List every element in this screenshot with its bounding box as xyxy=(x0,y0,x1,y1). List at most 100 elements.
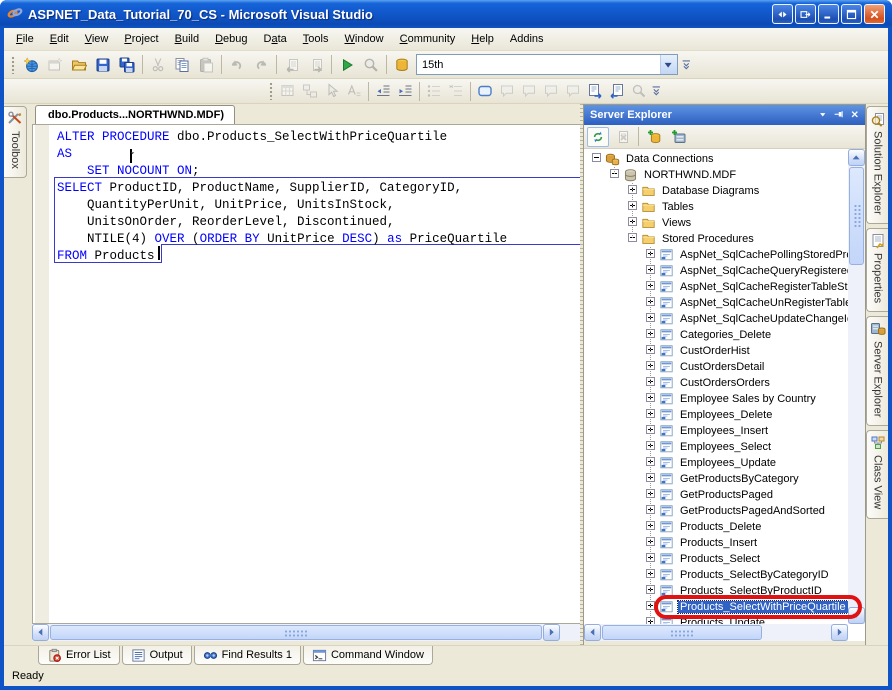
tree-vertical-scrollbar[interactable] xyxy=(848,149,865,624)
tree-node-label[interactable]: AspNet_SqlCacheUnRegisterTableStoredProc… xyxy=(678,297,848,309)
menu-data[interactable]: Data xyxy=(256,29,295,49)
tree-node-aspnet-sqlcacheupdatechangeidstoredproce[interactable]: AspNet_SqlCacheUpdateChangeIdStoredProce… xyxy=(584,311,848,327)
minimize-button[interactable] xyxy=(818,4,839,24)
menu-debug[interactable]: Debug xyxy=(207,29,255,49)
tree-node-label[interactable]: AspNet_SqlCacheRegisterTableStoredProced… xyxy=(678,281,848,293)
tree-node-label[interactable]: AspNet_SqlCachePollingStoredProcedure xyxy=(678,249,848,261)
undo-button[interactable] xyxy=(225,53,249,77)
relationships-button[interactable] xyxy=(299,81,321,102)
collapse-toggle-icon[interactable] xyxy=(592,153,601,165)
tree-node-products-select[interactable]: Products_Select xyxy=(584,551,848,567)
bottom-tab-error-list[interactable]: Error List xyxy=(38,646,120,665)
editor-tab[interactable]: dbo.Products...NORTHWND.MDF) xyxy=(35,105,235,124)
autohide-tab-class-view[interactable]: Class View xyxy=(866,430,888,518)
tree-node-label[interactable]: GetProductsPaged xyxy=(678,489,775,501)
tree-node-getproductspaged[interactable]: GetProductsPaged xyxy=(584,487,848,503)
toolbar-grip[interactable] xyxy=(11,56,16,74)
tree-node-label[interactable]: AspNet_SqlCacheUpdateChangeIdStoredProce… xyxy=(678,313,848,325)
decrease-indent-button[interactable] xyxy=(372,81,394,102)
bubble-plain-button[interactable] xyxy=(496,81,518,102)
bottom-tab-find-results-1[interactable]: Find Results 1 xyxy=(194,646,301,665)
tree-node-label[interactable]: Products_Select xyxy=(678,553,762,565)
menu-help[interactable]: Help xyxy=(463,29,502,49)
menu-view[interactable]: View xyxy=(77,29,117,49)
navigate-backward-button[interactable] xyxy=(280,53,304,77)
tree-node-label[interactable]: Stored Procedures xyxy=(660,233,756,245)
editor-horizontal-scrollbar[interactable] xyxy=(32,624,580,641)
font-format-button[interactable] xyxy=(343,81,365,102)
sql-code-text[interactable]: ALTER PROCEDURE dbo.Products_SelectWithP… xyxy=(57,129,507,265)
close-button[interactable] xyxy=(864,4,885,24)
tree-node-label[interactable]: Products_Insert xyxy=(678,537,759,549)
title-bar[interactable]: ASPNET_Data_Tutorial_70_CS - Microsoft V… xyxy=(0,0,892,28)
refresh-button[interactable] xyxy=(587,127,609,147)
toolbar-combobox[interactable]: 15th xyxy=(416,54,678,75)
save-button[interactable] xyxy=(91,53,115,77)
table-designer-button[interactable] xyxy=(277,81,299,102)
bullets-button[interactable] xyxy=(423,81,445,102)
toolbar-grip[interactable] xyxy=(269,82,274,100)
tree-node-custordersorders[interactable]: CustOrdersOrders xyxy=(584,375,848,391)
menu-edit[interactable]: Edit xyxy=(42,29,77,49)
open-file-button[interactable] xyxy=(67,53,91,77)
tree-node-getproductspagedandsorted[interactable]: GetProductsPagedAndSorted xyxy=(584,503,848,519)
tree-node-label[interactable]: Data Connections xyxy=(624,153,715,165)
find-symbol-button[interactable] xyxy=(359,53,383,77)
tree-node-views[interactable]: Views xyxy=(584,215,848,231)
tree-node-employees-delete[interactable]: Employees_Delete xyxy=(584,407,848,423)
tree-node-label[interactable]: CustOrderHist xyxy=(678,345,752,357)
tree-node-label[interactable]: Categories_Delete xyxy=(678,329,773,341)
maximize-button[interactable] xyxy=(841,4,862,24)
tree-node-label[interactable]: Employees_Insert xyxy=(678,425,770,437)
autohide-tab-solution-explorer[interactable]: Solution Explorer xyxy=(866,106,888,224)
close-panel-button[interactable] xyxy=(848,108,863,122)
tree-node-label[interactable]: Views xyxy=(660,217,693,229)
tree-node-label[interactable]: GetProductsPagedAndSorted xyxy=(678,505,827,517)
tree-node-stored-procedures[interactable]: Stored Procedures xyxy=(584,231,848,247)
bottom-tab-command-window[interactable]: Command Window xyxy=(303,646,433,665)
navigate-forward-button[interactable] xyxy=(304,53,328,77)
menu-community[interactable]: Community xyxy=(392,29,464,49)
script-import-button[interactable] xyxy=(606,81,628,102)
tree-node-label[interactable]: GetProductsByCategory xyxy=(678,473,801,485)
zoom-tool-button[interactable] xyxy=(628,81,650,102)
tree-node-categories-delete[interactable]: Categories_Delete xyxy=(584,327,848,343)
scrollbar-thumb[interactable] xyxy=(50,625,542,640)
bubble-plain-button[interactable] xyxy=(518,81,540,102)
connect-database-button[interactable] xyxy=(644,127,666,147)
bubble-plain-button[interactable] xyxy=(540,81,562,102)
tree-node-tables[interactable]: Tables xyxy=(584,199,848,215)
tree-node-label[interactable]: Database Diagrams xyxy=(660,185,761,197)
toolbar-overflow-button[interactable] xyxy=(651,80,664,102)
toolbar-overflow-button[interactable] xyxy=(681,54,694,76)
tree-node-label[interactable]: Employees_Update xyxy=(678,457,778,469)
tree-node-getproductsbycategory[interactable]: GetProductsByCategory xyxy=(584,471,848,487)
connect-server-button[interactable] xyxy=(668,127,690,147)
tree-node-northwnd-mdf[interactable]: NORTHWND.MDF xyxy=(584,167,848,183)
tree-node-products-insert[interactable]: Products_Insert xyxy=(584,535,848,551)
tree-node-products-selectbycategoryid[interactable]: Products_SelectByCategoryID xyxy=(584,567,848,583)
redo-button[interactable] xyxy=(249,53,273,77)
tree-node-employees-insert[interactable]: Employees_Insert xyxy=(584,423,848,439)
code-editor-surface[interactable]: ALTER PROCEDURE dbo.Products_SelectWithP… xyxy=(32,124,580,624)
window-position-button[interactable] xyxy=(816,108,831,122)
tree-node-aspnet-sqlcachequeryregisteredtablesstor[interactable]: AspNet_SqlCacheQueryRegisteredTablesStor… xyxy=(584,263,848,279)
save-all-button[interactable] xyxy=(115,53,139,77)
autohide-tab-server-explorer[interactable]: Server Explorer xyxy=(866,316,888,426)
tree-node-label[interactable]: CustOrdersDetail xyxy=(678,361,766,373)
tree-node-database-diagrams[interactable]: Database Diagrams xyxy=(584,183,848,199)
add-item-button[interactable] xyxy=(43,53,67,77)
server-explorer-title-bar[interactable]: Server Explorer xyxy=(584,105,865,125)
tree-node-label[interactable]: Products_Delete xyxy=(678,521,763,533)
tree-node-label[interactable]: Tables xyxy=(660,201,696,213)
new-project-button[interactable] xyxy=(19,53,43,77)
float-window-button[interactable] xyxy=(795,4,816,24)
tree-node-employees-select[interactable]: Employees_Select xyxy=(584,439,848,455)
scroll-right-button[interactable] xyxy=(543,624,560,641)
scrollbar-thumb[interactable] xyxy=(849,167,864,265)
tree-node-aspnet-sqlcacheregistertablestoredproced[interactable]: AspNet_SqlCacheRegisterTableStoredProced… xyxy=(584,279,848,295)
database-utility-button[interactable] xyxy=(390,53,414,77)
menu-project[interactable]: Project xyxy=(116,29,166,49)
start-debug-button[interactable] xyxy=(335,53,359,77)
menu-file[interactable]: File xyxy=(8,29,42,49)
